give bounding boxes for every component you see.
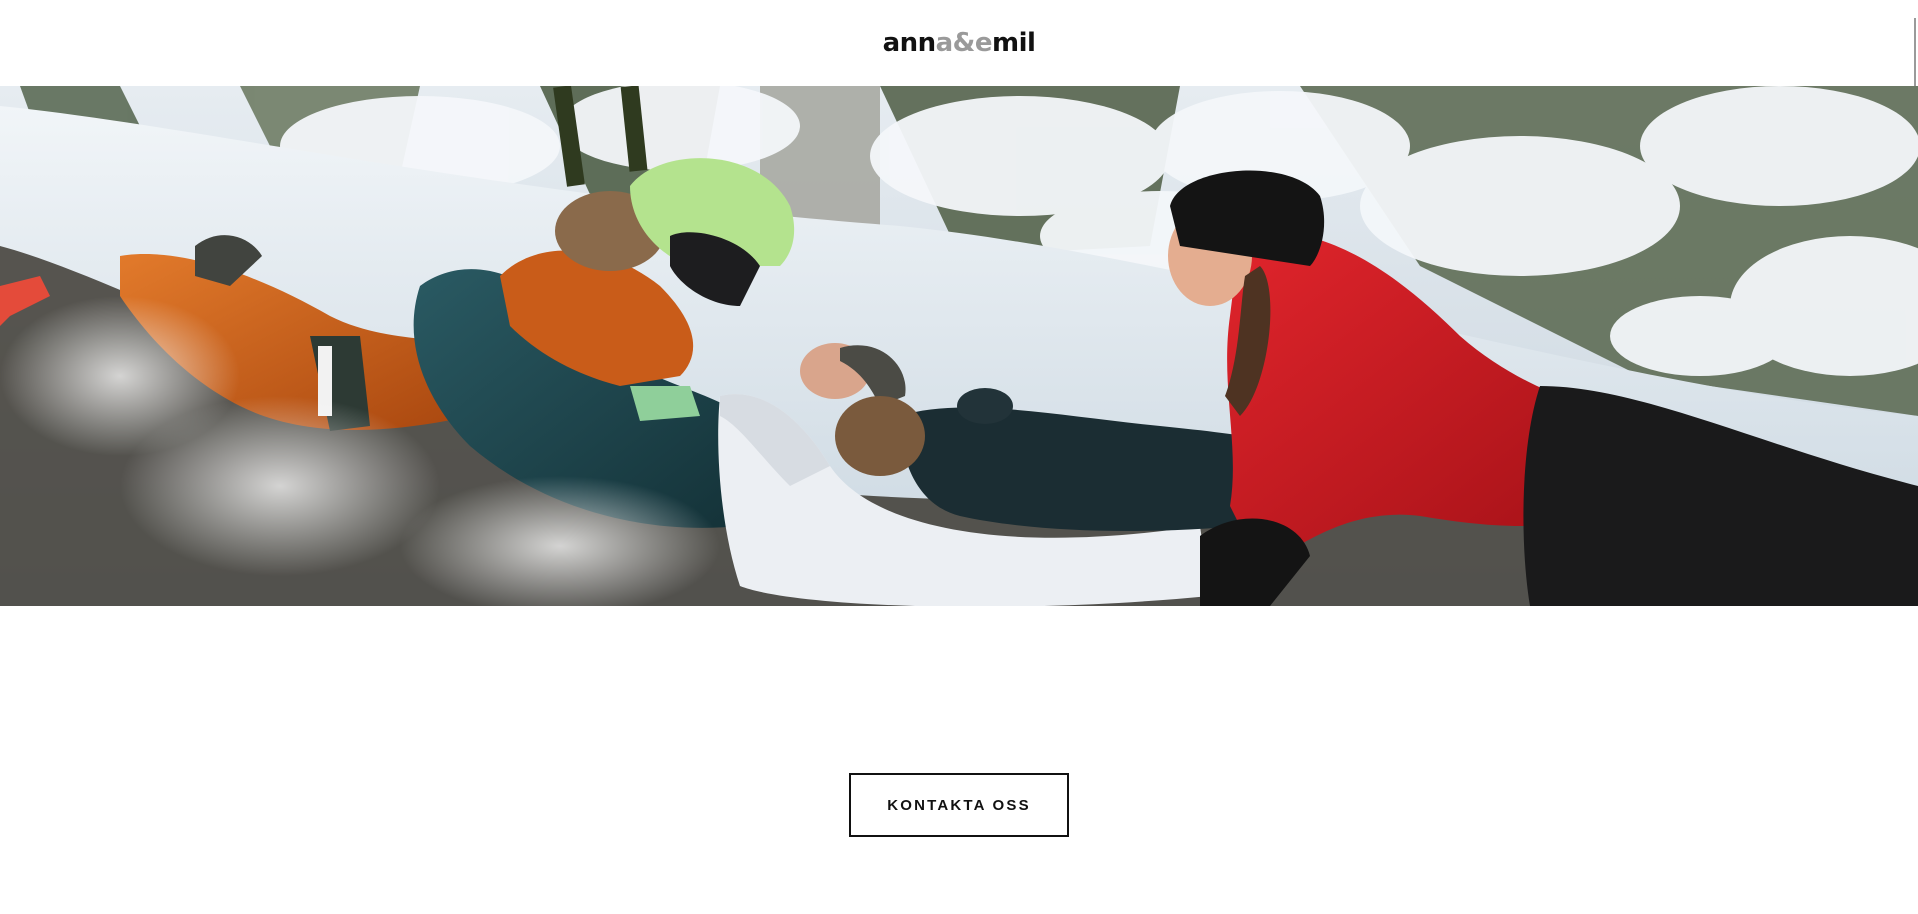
logo-part-1: ann	[882, 28, 937, 58]
contact-button[interactable]: KONTAKTA OSS	[849, 773, 1069, 837]
hero-image	[0, 86, 1918, 606]
page: ann a&e mil KONTAKTA OSS	[0, 0, 1918, 914]
logo[interactable]: ann a&e mil	[883, 30, 1036, 56]
logo-part-2: a&e	[935, 28, 993, 58]
site-header: ann a&e mil	[0, 0, 1918, 112]
logo-part-3: mil	[992, 28, 1036, 58]
hero-photo-icon	[0, 86, 1918, 606]
